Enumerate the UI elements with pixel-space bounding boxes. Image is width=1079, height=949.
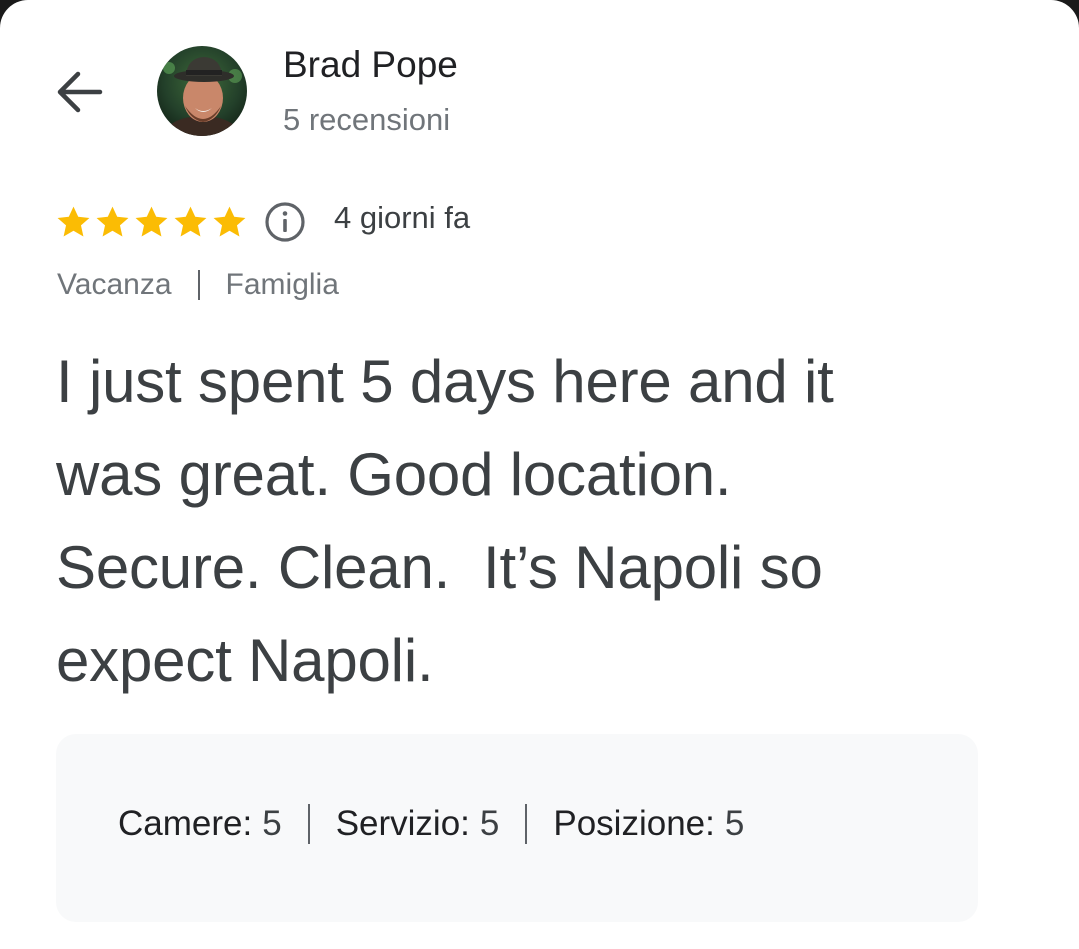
review-card: Brad Pope 5 recensioni 4 giorni fa Vacan… xyxy=(0,0,1079,949)
star-icon xyxy=(96,206,129,237)
star-icon xyxy=(135,206,168,237)
trip-tags: Vacanza Famiglia xyxy=(57,268,339,302)
sub-rating-value-service: 5 xyxy=(479,804,500,843)
author-review-count: 5 recensioni xyxy=(283,102,451,137)
sub-rating-divider xyxy=(307,804,310,844)
tag-divider xyxy=(197,270,200,300)
info-icon[interactable] xyxy=(263,200,307,244)
avatar[interactable] xyxy=(157,46,247,136)
author-name[interactable]: Brad Pope xyxy=(283,44,458,86)
sub-ratings-row: Camere: 5 Servizio: 5 Posizione: 5 xyxy=(118,804,744,844)
sub-rating-value-location: 5 xyxy=(724,804,745,843)
star-icon xyxy=(174,206,207,237)
sub-ratings-box: Camere: 5 Servizio: 5 Posizione: 5 xyxy=(56,734,978,922)
sub-rating-label-service: Servizio: xyxy=(335,804,470,843)
sub-rating-label-location: Posizione: xyxy=(553,804,715,843)
tag-trip-type: Vacanza xyxy=(57,268,172,301)
sub-rating-label-rooms: Camere: xyxy=(118,804,253,843)
star-rating xyxy=(54,200,249,244)
back-arrow-icon[interactable] xyxy=(52,64,108,120)
tag-travel-group: Famiglia xyxy=(225,268,339,301)
review-text: I just spent 5 days here and it was grea… xyxy=(56,348,834,694)
review-date: 4 giorni fa xyxy=(334,200,471,235)
sub-rating-divider xyxy=(525,804,528,844)
star-icon xyxy=(57,206,90,237)
star-icon xyxy=(213,206,246,237)
sub-rating-value-rooms: 5 xyxy=(262,804,282,843)
